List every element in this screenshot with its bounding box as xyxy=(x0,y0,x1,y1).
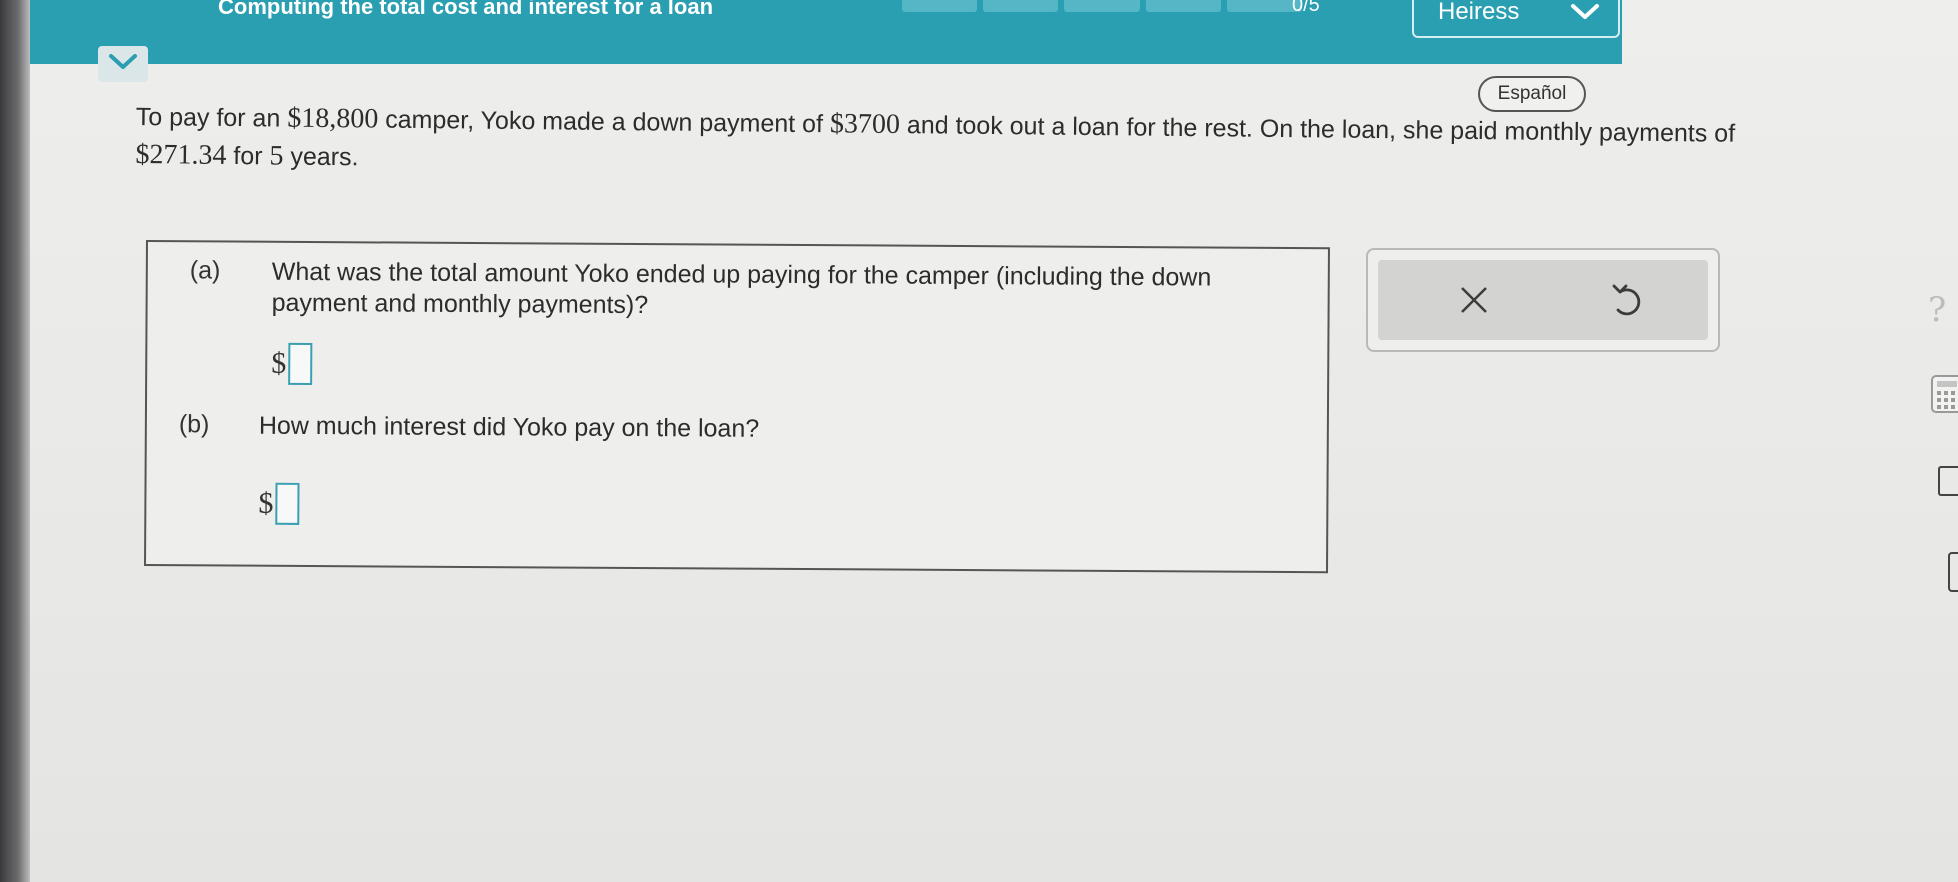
loan-years: 5 xyxy=(269,140,284,172)
user-menu-button[interactable]: Heiress xyxy=(1412,0,1620,38)
down-payment: $3700 xyxy=(829,108,901,141)
x-icon xyxy=(1456,287,1492,322)
chevron-down-icon xyxy=(1570,2,1600,27)
collapse-toggle-button[interactable] xyxy=(98,46,148,82)
question-icon[interactable]: ? xyxy=(1928,290,1946,330)
problem-text: To pay for an xyxy=(135,102,288,133)
problem-text: for xyxy=(226,141,270,171)
part-b-label: (b) xyxy=(178,410,210,439)
part-b-answer-input[interactable] xyxy=(275,482,300,525)
progress-segment xyxy=(902,0,978,12)
currency-symbol: $ xyxy=(271,346,287,380)
part-a-question: What was the total amount Yoko ended up … xyxy=(271,257,1212,320)
problem-text: and took out a loan for the rest. On the… xyxy=(899,111,1736,148)
undo-icon xyxy=(1608,284,1646,324)
reference-icon[interactable] xyxy=(1938,466,1958,496)
question-box: (a) What was the total amount Yoko ended… xyxy=(144,240,1330,574)
topic-title: Computing the total cost and interest fo… xyxy=(218,0,714,19)
clear-answer-button[interactable] xyxy=(1456,282,1492,318)
currency-symbol: $ xyxy=(258,486,274,520)
camper-price: $18,800 xyxy=(287,102,379,135)
progress-segment xyxy=(983,0,1059,12)
side-tab-icon[interactable] xyxy=(1948,552,1958,592)
problem-text: camper, Yoko made a down payment of xyxy=(378,105,831,139)
progress-segment xyxy=(1226,0,1303,12)
actions-toolbar xyxy=(1378,260,1708,340)
part-a-label: (a) xyxy=(189,256,221,285)
part-a-answer-row: $ xyxy=(271,342,313,386)
progress-count: 0/5 xyxy=(1292,0,1320,16)
undo-button[interactable] xyxy=(1608,280,1646,320)
part-b-answer-row: $ xyxy=(258,482,300,525)
calculator-icon[interactable] xyxy=(1930,374,1958,419)
spanish-language-button[interactable]: Español xyxy=(1478,76,1586,112)
problem-text: years. xyxy=(283,142,359,172)
device-bezel xyxy=(0,0,30,882)
progress-segment xyxy=(1145,0,1221,12)
progress-segment xyxy=(1064,0,1140,12)
answer-actions-panel xyxy=(1366,248,1720,352)
part-a-answer-input[interactable] xyxy=(288,342,313,386)
progress-bar xyxy=(902,0,1303,16)
user-name: Heiress xyxy=(1438,0,1520,25)
top-header-bar: Computing the total cost and interest fo… xyxy=(30,0,1622,64)
chevron-down-icon xyxy=(108,52,138,77)
part-b-question: How much interest did Yoko pay on the lo… xyxy=(258,411,760,443)
monthly-payment: $271.34 xyxy=(135,138,227,171)
